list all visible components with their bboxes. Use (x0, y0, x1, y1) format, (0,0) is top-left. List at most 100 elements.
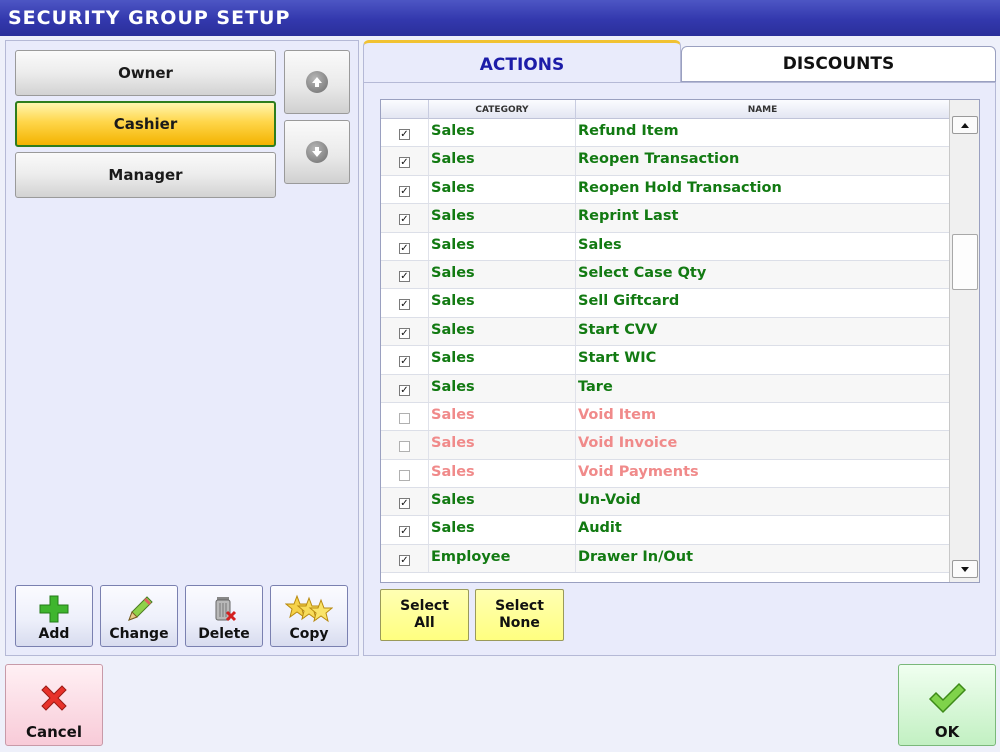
table-row[interactable]: ✓ Sales Sell Giftcard (381, 289, 949, 318)
table-row[interactable]: ✓ Sales Reopen Transaction (381, 147, 949, 176)
permission-checkbox[interactable]: ✓ (399, 498, 410, 510)
checkbox-column-header (381, 100, 428, 119)
row-action-name: Select Case Qty (578, 264, 707, 281)
stars-copy-icon (285, 594, 333, 623)
cancel-button[interactable]: Cancel (5, 664, 103, 746)
tab-discounts[interactable]: DISCOUNTS (681, 46, 996, 82)
grid-scrollbar[interactable] (949, 100, 979, 582)
select-all-label-line2: All (414, 615, 435, 631)
scroll-thumb[interactable] (952, 234, 978, 290)
table-row[interactable]: Sales Void Invoice (381, 431, 949, 460)
add-button[interactable]: Add (15, 585, 93, 647)
permission-checkbox[interactable]: ✓ (399, 384, 410, 396)
add-label: Add (38, 626, 70, 642)
permission-checkbox[interactable]: ✓ (399, 327, 410, 339)
row-action-name: Void Invoice (578, 435, 678, 452)
permission-checkbox[interactable]: ✓ (399, 129, 410, 140)
table-row[interactable]: ✓ Sales Audit (381, 516, 949, 545)
permission-checkbox[interactable]: ✓ (399, 214, 410, 226)
table-row[interactable]: ✓ Employee Drawer In/Out (381, 544, 949, 574)
table-row[interactable]: ✓ Sales Start CVV (381, 317, 949, 347)
cell-divider (575, 346, 576, 374)
change-button[interactable]: Change (100, 585, 178, 647)
row-action-name: Reprint Last (578, 208, 679, 225)
plus-icon (39, 595, 69, 623)
scroll-down-button[interactable] (952, 560, 978, 578)
move-up-button[interactable] (284, 50, 350, 114)
table-row[interactable]: ✓ Sales Un-Void (381, 488, 949, 517)
permission-checkbox[interactable] (399, 441, 410, 453)
table-row[interactable]: ✓ Sales Start WIC (381, 346, 949, 375)
permission-checkbox[interactable]: ✓ (399, 185, 410, 197)
row-action-name: Sales (578, 236, 622, 253)
cell-divider (575, 516, 576, 544)
row-action-name: Start WIC (578, 350, 657, 367)
scroll-up-button[interactable] (952, 116, 978, 134)
cell-divider (428, 289, 429, 317)
name-column-header[interactable]: NAME (575, 100, 949, 119)
select-none-button[interactable]: Select None (475, 589, 564, 641)
row-action-name: Drawer In/Out (578, 548, 693, 565)
table-row[interactable]: ✓ Sales Sales (381, 232, 949, 261)
permission-checkbox[interactable]: ✓ (399, 554, 410, 566)
move-down-button[interactable] (284, 120, 350, 184)
ok-button[interactable]: OK (898, 664, 996, 746)
cancel-label: Cancel (25, 723, 82, 741)
arrow-up-icon (306, 71, 328, 93)
permission-checkbox[interactable] (399, 469, 410, 481)
row-action-name: Sell Giftcard (578, 293, 680, 310)
cell-divider (428, 119, 429, 147)
window-title: SECURITY GROUP SETUP (0, 0, 1000, 36)
permission-checkbox[interactable] (399, 412, 410, 424)
group-owner-button[interactable]: Owner (15, 50, 276, 96)
cell-divider (575, 431, 576, 459)
category-column-header[interactable]: CATEGORY (428, 100, 575, 119)
tab-content: CATEGORY NAME ✓ Sales Refund Item ✓ Sales Reo… (363, 82, 996, 656)
tab-actions[interactable]: ACTIONS (363, 40, 681, 84)
cell-divider (575, 232, 576, 260)
group-manager-button[interactable]: Manager (15, 152, 276, 198)
delete-button[interactable]: Delete (185, 585, 263, 647)
group-cashier-button[interactable]: Cashier (15, 101, 276, 147)
table-row[interactable]: Sales Void Payments (381, 459, 949, 489)
change-label: Change (109, 626, 169, 642)
permission-checkbox[interactable]: ✓ (399, 356, 410, 368)
cell-divider (575, 119, 576, 147)
row-category: Employee (431, 548, 511, 565)
row-action-name: Start CVV (578, 321, 658, 338)
copy-button[interactable]: Copy (270, 585, 348, 647)
table-row[interactable]: ✓ Sales Reopen Hold Transaction (381, 175, 949, 205)
permission-checkbox[interactable]: ✓ (399, 526, 410, 538)
table-row[interactable]: ✓ Sales Refund Item (381, 119, 949, 148)
cell-divider (428, 516, 429, 544)
green-check-icon (928, 682, 967, 714)
trash-delete-icon (215, 597, 237, 622)
permission-checkbox[interactable]: ✓ (399, 157, 410, 169)
cell-divider (428, 260, 429, 289)
row-category: Sales (431, 492, 475, 509)
row-category: Sales (431, 378, 475, 395)
cell-divider (428, 147, 429, 175)
select-all-label-line1: Select (400, 598, 449, 614)
table-row[interactable]: ✓ Sales Select Case Qty (381, 260, 949, 290)
cell-divider (575, 488, 576, 516)
cell-divider (575, 544, 576, 573)
table-row[interactable]: ✓ Sales Reprint Last (381, 204, 949, 233)
cell-divider (575, 374, 576, 402)
select-all-button[interactable]: Select All (380, 589, 469, 641)
cell-divider (575, 459, 576, 488)
table-row[interactable]: ✓ Sales Tare (381, 374, 949, 403)
groups-panel: Owner Cashier Manager Add Change Delete … (5, 40, 359, 656)
table-row[interactable]: Sales Void Item (381, 402, 949, 432)
row-action-name: Tare (578, 378, 613, 395)
permission-checkbox[interactable]: ✓ (399, 299, 410, 311)
cell-divider (428, 459, 429, 488)
row-category: Sales (431, 350, 475, 367)
permission-checkbox[interactable]: ✓ (399, 242, 410, 254)
row-category: Sales (431, 463, 475, 480)
permission-checkbox[interactable]: ✓ (399, 270, 410, 282)
row-category: Sales (431, 293, 475, 310)
row-category: Sales (431, 123, 475, 139)
select-none-label-line2: None (499, 615, 540, 631)
row-action-name: Refund Item (578, 123, 679, 139)
